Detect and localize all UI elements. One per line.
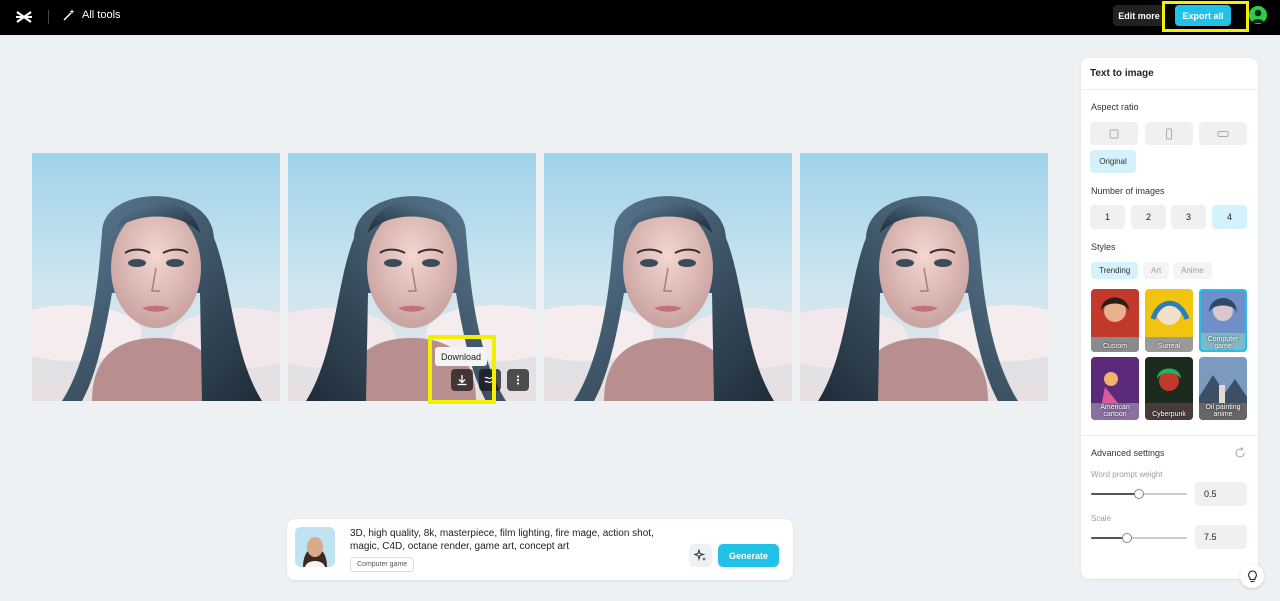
landscape-rect-icon: [1217, 130, 1229, 137]
portrait-rect-icon: [1166, 128, 1172, 139]
style-tile-label: Surreal: [1157, 343, 1181, 350]
num-images-1[interactable]: 1: [1090, 205, 1125, 229]
reset-icon[interactable]: [1234, 447, 1246, 459]
portrait-image: [32, 153, 280, 401]
scale-label: Scale: [1091, 514, 1112, 523]
style-tile-label: Custom: [1102, 343, 1128, 350]
topbar-divider: [48, 10, 49, 24]
word-prompt-value[interactable]: 0.5: [1195, 482, 1247, 506]
square-icon: [1109, 129, 1119, 138]
style-tile-label: Computer game: [1207, 336, 1239, 350]
word-prompt-slider[interactable]: [1091, 489, 1187, 499]
slider-knob[interactable]: [1134, 489, 1144, 499]
all-tools-label: All tools: [82, 9, 121, 21]
more-vertical-icon: [516, 375, 520, 385]
slider-fill: [1091, 493, 1139, 495]
advanced-settings-label: Advanced settings: [1091, 448, 1165, 458]
num-images-4[interactable]: 4: [1212, 205, 1247, 229]
all-tools-button[interactable]: All tools: [62, 8, 121, 22]
top-bar: All tools Edit more Export all: [0, 0, 1280, 35]
style-tile-label: American cartoon: [1100, 404, 1130, 418]
lightbulb-icon: [1247, 569, 1257, 582]
inspiration-button[interactable]: [689, 544, 712, 567]
generated-image-3[interactable]: [544, 153, 792, 401]
scale-slider[interactable]: [1091, 533, 1187, 543]
style-tab-trending[interactable]: Trending: [1091, 262, 1139, 279]
sparkle-icon: [694, 549, 706, 561]
reference-image-thumbnail[interactable]: [295, 527, 335, 567]
panel-title: Text to image: [1090, 68, 1154, 79]
portrait-image: [544, 153, 792, 401]
generated-image-4[interactable]: [800, 153, 1048, 401]
style-tile-computer-game[interactable]: Computer game: [1199, 289, 1247, 352]
style-tab-anime[interactable]: Anime: [1173, 262, 1212, 279]
user-icon: [1251, 9, 1265, 23]
reference-image: [295, 527, 335, 567]
num-images-2[interactable]: 2: [1131, 205, 1166, 229]
style-tile-label: Cyberpunk: [1152, 411, 1186, 418]
portrait-image: [800, 153, 1048, 401]
ratio-square-button[interactable]: [1090, 122, 1138, 145]
prompt-style-tag: Computer game: [350, 557, 415, 572]
ratio-original-button[interactable]: Original: [1090, 150, 1136, 173]
style-tile-cyberpunk[interactable]: Cyberpunk: [1145, 357, 1193, 420]
more-options-button[interactable]: [507, 369, 529, 391]
aspect-ratio-label: Aspect ratio: [1091, 102, 1139, 112]
download-tooltip: Download: [435, 347, 488, 366]
scale-value[interactable]: 7.5: [1195, 525, 1247, 549]
style-tile-american-cartoon[interactable]: American cartoon: [1091, 357, 1139, 420]
help-button[interactable]: [1240, 564, 1264, 588]
ratio-portrait-button[interactable]: [1145, 122, 1193, 145]
panel-divider: [1081, 89, 1258, 90]
ratio-landscape-button[interactable]: [1199, 122, 1247, 145]
export-all-button[interactable]: Export all: [1175, 5, 1231, 26]
styles-label: Styles: [1091, 242, 1116, 252]
style-tile-oil-painting-anime[interactable]: Oil painting anime: [1199, 357, 1247, 420]
generated-image-1[interactable]: [32, 153, 280, 401]
download-highlight: [428, 335, 496, 404]
capcut-logo-icon[interactable]: [14, 7, 34, 27]
portrait-image: [288, 153, 536, 401]
generate-button[interactable]: Generate: [718, 544, 779, 567]
style-tile-label: Oil painting anime: [1205, 404, 1241, 418]
settings-panel: Text to image Aspect ratio Original Numb…: [1081, 58, 1258, 579]
prompt-box: 3D, high quality, 8k, masterpiece, film …: [287, 519, 793, 580]
magic-wand-icon: [63, 9, 75, 21]
number-of-images-label: Number of images: [1091, 186, 1165, 196]
style-tile-surreal[interactable]: Surreal: [1145, 289, 1193, 352]
prompt-text[interactable]: 3D, high quality, 8k, masterpiece, film …: [350, 527, 680, 553]
slider-knob[interactable]: [1122, 533, 1133, 543]
style-tile-custom[interactable]: Custom: [1091, 289, 1139, 352]
num-images-3[interactable]: 3: [1171, 205, 1206, 229]
style-tab-art[interactable]: Art: [1143, 262, 1170, 279]
panel-divider: [1081, 435, 1258, 436]
edit-more-button[interactable]: Edit more: [1113, 5, 1165, 26]
user-avatar[interactable]: [1249, 6, 1267, 24]
word-prompt-weight-label: Word prompt weight: [1091, 470, 1163, 479]
generated-image-2[interactable]: [288, 153, 536, 401]
